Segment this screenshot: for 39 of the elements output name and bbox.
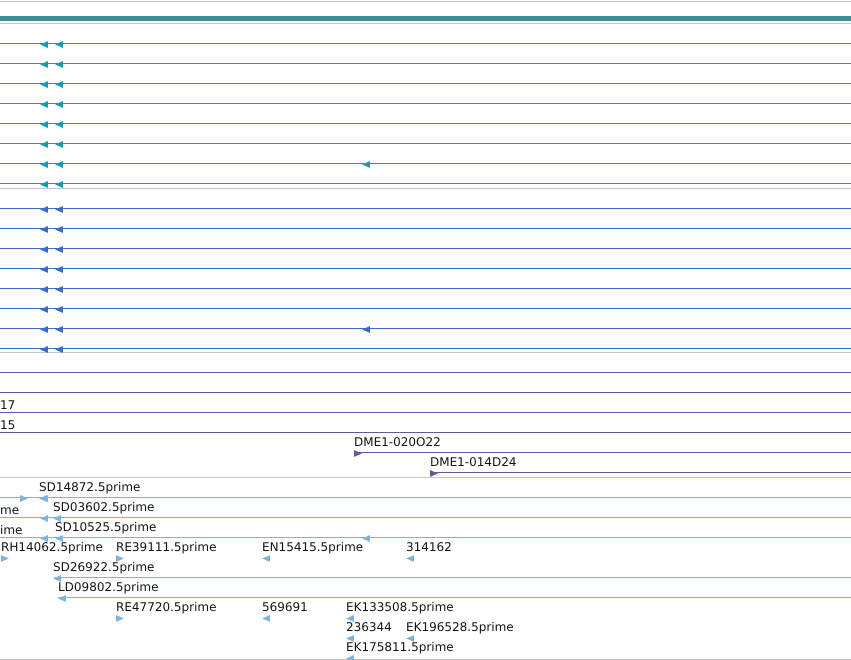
feature-label: EN15415.5prime [262, 541, 364, 554]
feature-label: 15 [0, 419, 16, 432]
feature-label: ime [0, 524, 22, 538]
feature-label: RE47720.5prime [116, 601, 216, 614]
feature-label: SD10525.5prime [55, 521, 156, 534]
feature-label: LD09802.5prime [58, 581, 159, 594]
strand-arrow-icon [362, 535, 370, 542]
strand-arrow-icon [406, 555, 414, 562]
strand-arrow-icon [262, 615, 270, 622]
feature-label: 569691 [262, 601, 308, 614]
strand-arrow-icon [116, 555, 124, 562]
strand-arrow-icon [430, 470, 438, 478]
strand-arrow-icon [262, 555, 270, 562]
feature-label: EK196528.5prime [406, 621, 514, 634]
feature-label: EK133508.5prime [346, 601, 454, 614]
strand-arrow-icon [346, 615, 354, 622]
feature-label: EK175811.5prime [346, 641, 454, 654]
strand-arrow-icon [362, 161, 370, 168]
strand-arrow-icon [354, 450, 362, 458]
strand-arrow-icon [362, 326, 370, 333]
strand-arrow-icon [58, 595, 66, 602]
feature-label: 17 [0, 399, 16, 412]
strand-arrow-icon [1, 555, 9, 562]
feature-label: DME1-014D24 [430, 456, 517, 470]
feature-label: SD14872.5prime [39, 481, 140, 494]
feature-label: RE39111.5prime [116, 541, 216, 554]
feature-label: me [0, 504, 20, 518]
feature-label: SD26922.5prime [53, 561, 154, 574]
feature-label: 236344 [346, 621, 392, 634]
strand-arrow-icon [53, 575, 61, 582]
strand-arrow-icon [20, 495, 28, 502]
strand-arrow-icon [116, 615, 124, 622]
strand-arrow-icon [346, 635, 354, 642]
feature-label: DME1-020O22 [354, 436, 441, 450]
feature-label: RH14062.5prime [1, 541, 103, 554]
strand-arrow-icon [406, 635, 414, 642]
feature-label: 314162 [406, 541, 452, 554]
feature-label: SD03602.5prime [53, 501, 154, 514]
strand-arrow-icon [346, 655, 354, 660]
